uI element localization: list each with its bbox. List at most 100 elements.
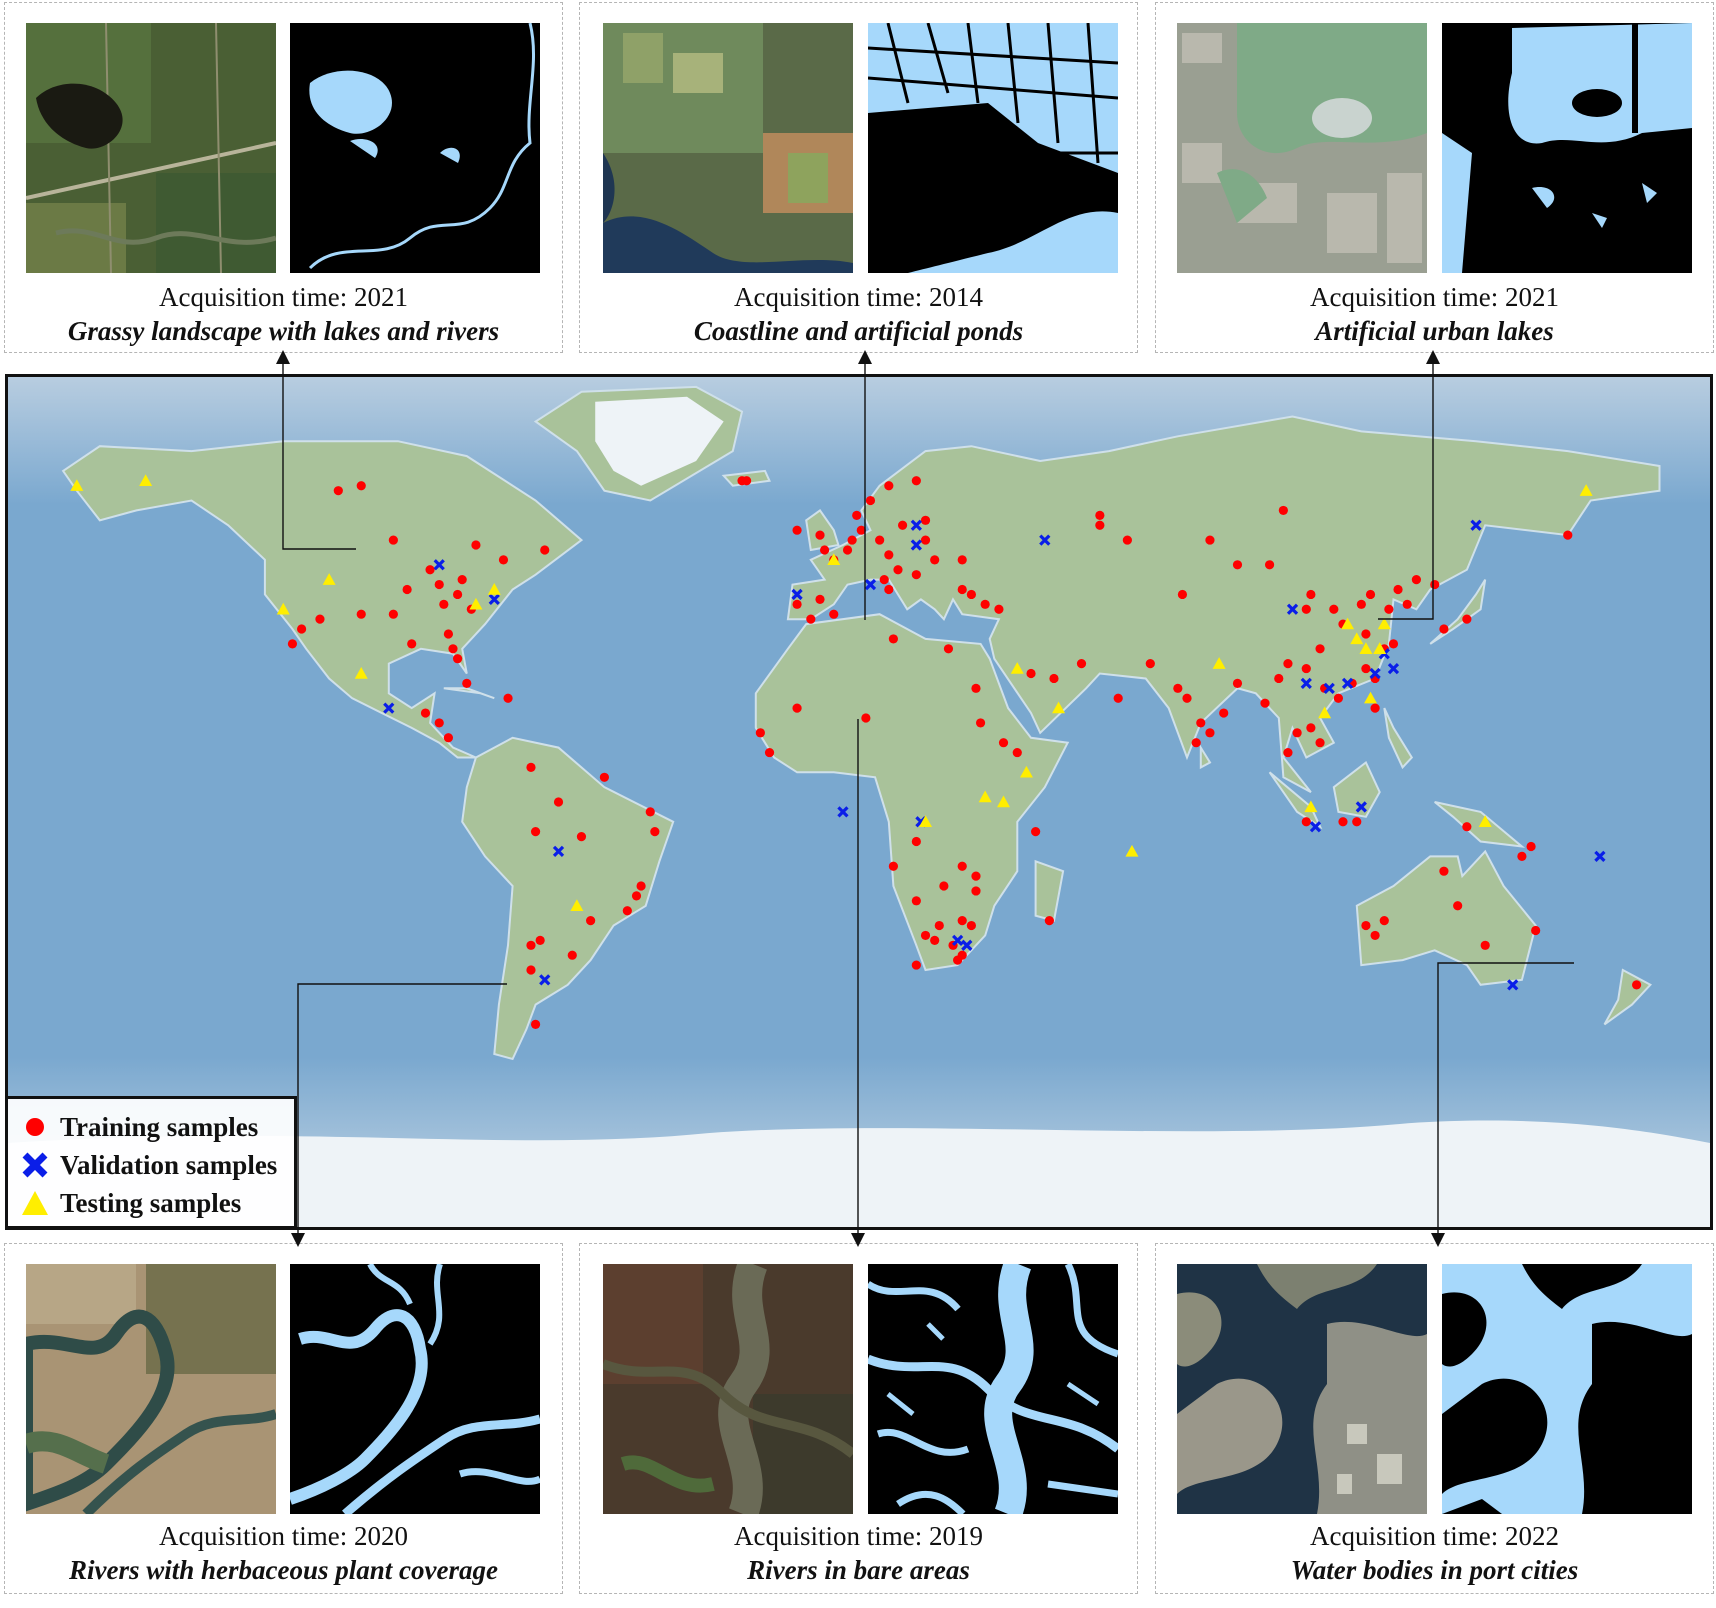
training-sample-marker [420, 708, 431, 718]
training-sample-marker [975, 718, 986, 728]
training-sample-marker [815, 594, 825, 604]
training-sample-marker [930, 555, 940, 565]
training-sample-marker [526, 762, 536, 773]
training-sample-marker [966, 589, 976, 600]
training-sample-marker [861, 713, 871, 723]
panel-urban-desc: Artificial urban lakes [1315, 316, 1554, 346]
training-sample-marker [503, 693, 513, 703]
training-sample-marker [1439, 866, 1449, 876]
panel-grassy: Acquisition time: 2021 Grassy landscape … [4, 2, 563, 353]
training-sample-marker [971, 871, 981, 881]
training-sample-marker [930, 935, 940, 945]
panel-port: Acquisition time: 2022 Water bodies in p… [1155, 1243, 1714, 1594]
training-sample-marker [1274, 673, 1284, 684]
training-sample-marker [1315, 644, 1325, 654]
map-legend: Training samples Validation samples Test… [5, 1096, 297, 1229]
training-sample-marker [576, 831, 587, 842]
training-sample-marker [1012, 747, 1022, 758]
water-mask-grassy [290, 23, 540, 273]
training-sample-marker [920, 535, 931, 545]
training-sample-marker [457, 575, 467, 585]
training-sample-marker [911, 896, 921, 906]
training-sample-marker [829, 609, 839, 619]
training-sample-marker [1480, 940, 1490, 950]
training-sample-marker [1361, 629, 1371, 639]
training-sample-marker [526, 940, 536, 950]
training-sample-marker [650, 827, 660, 837]
training-sample-marker [530, 827, 541, 837]
training-sample-marker [1430, 579, 1440, 590]
training-sample-marker [452, 654, 463, 664]
training-sample-marker [934, 920, 944, 931]
training-sample-marker [1388, 639, 1399, 649]
training-sample-marker [879, 575, 889, 585]
training-sample-marker [1361, 663, 1371, 674]
training-sample-marker [1301, 817, 1311, 827]
training-sample-marker [1283, 659, 1293, 669]
panel-grassy-time: Acquisition time: 2021 [159, 282, 408, 312]
training-sample-marker [994, 604, 1004, 614]
training-sample-marker [567, 950, 577, 960]
training-sample-marker [1361, 920, 1371, 931]
training-sample-marker [452, 589, 463, 600]
training-sample-marker [815, 530, 825, 540]
training-sample-marker [1177, 589, 1188, 600]
training-sample-marker [356, 481, 366, 491]
panel-bare-desc: Rivers in bare areas [747, 1555, 970, 1585]
training-sample-marker [388, 535, 398, 545]
training-sample-marker [622, 906, 632, 916]
training-sample-marker [897, 520, 908, 530]
panel-bare: Acquisition time: 2019 Rivers in bare ar… [579, 1243, 1138, 1594]
training-sample-marker [402, 584, 412, 595]
training-sample-marker [297, 624, 307, 634]
training-sample-marker [755, 728, 765, 738]
training-sample-marker [939, 881, 949, 891]
training-sample-marker [884, 584, 894, 595]
training-sample-marker [443, 733, 454, 743]
training-sample-marker [540, 545, 550, 555]
training-sample-marker [333, 486, 343, 496]
training-sample-marker [1393, 584, 1403, 595]
training-sample-marker [943, 644, 954, 654]
water-mask-urban [1442, 23, 1692, 273]
legend-testing: Testing samples [20, 1185, 241, 1221]
training-sample-marker [1306, 723, 1316, 733]
training-sample-marker [471, 540, 481, 550]
training-sample-marker [957, 584, 967, 595]
training-sample-marker [586, 916, 596, 926]
panel-port-desc: Water bodies in port cities [1290, 1555, 1579, 1585]
training-sample-marker [1402, 599, 1412, 609]
training-sample-marker [792, 525, 802, 535]
training-sample-marker [1563, 530, 1573, 540]
training-sample-marker [792, 599, 802, 609]
training-sample-marker [1283, 747, 1293, 758]
training-sample-marker [1196, 718, 1206, 728]
panel-coast-time: Acquisition time: 2014 [734, 282, 983, 312]
training-sample-marker [1352, 817, 1362, 827]
panel-herb: Acquisition time: 2020 Rivers with herba… [4, 1243, 563, 1594]
training-sample-marker [920, 930, 931, 941]
training-sample-marker [911, 836, 921, 847]
training-sample-marker [1219, 708, 1229, 718]
training-sample-marker [448, 644, 458, 654]
training-sample-marker [407, 639, 417, 649]
training-sample-marker [764, 747, 775, 758]
blue-cross-icon [22, 1152, 48, 1178]
training-sample-marker [1333, 693, 1344, 703]
panel-bare-time: Acquisition time: 2019 [734, 1521, 983, 1551]
training-sample-marker [1232, 560, 1243, 570]
training-sample-marker [971, 886, 981, 896]
training-sample-marker [819, 545, 830, 555]
training-sample-marker [911, 570, 921, 580]
satellite-image-herb [26, 1264, 276, 1514]
training-sample-marker [434, 579, 444, 590]
training-sample-marker [631, 891, 642, 901]
training-sample-marker [1462, 822, 1472, 832]
panel-port-time: Acquisition time: 2022 [1310, 1521, 1559, 1551]
training-sample-marker [535, 935, 545, 945]
training-sample-marker [315, 614, 325, 624]
training-sample-marker [888, 634, 899, 644]
training-sample-marker [1306, 589, 1316, 600]
training-sample-marker [1260, 698, 1270, 708]
training-sample-marker [957, 950, 967, 960]
